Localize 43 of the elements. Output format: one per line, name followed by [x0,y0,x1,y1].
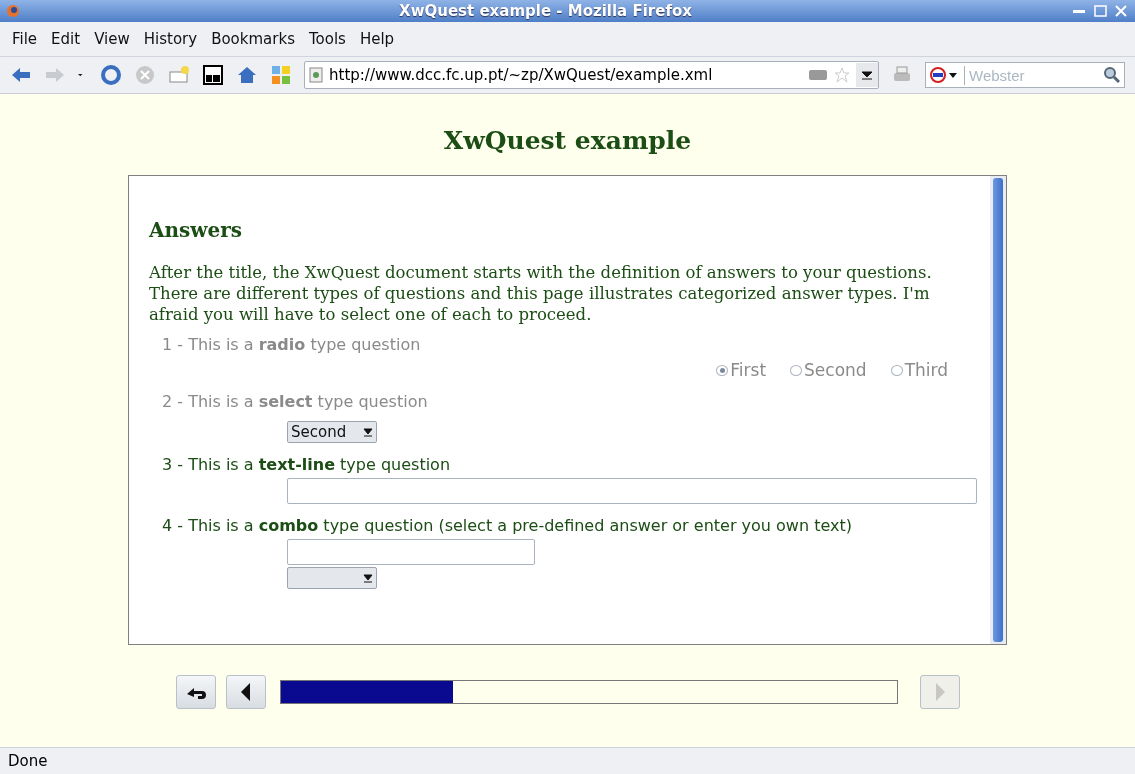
search-engine-icon[interactable] [930,67,960,83]
restart-button[interactable] [175,675,216,709]
combo-input[interactable] [287,539,535,565]
home-icon[interactable] [236,64,258,86]
window-controls-icon[interactable] [1071,4,1129,18]
question-label: 1 - This is a radio type question [162,335,422,354]
page-icon [309,67,323,83]
intro-paragraph: After the title, the XwQuest document starts with the definition of answers to your questions. There are different types of questions and this page illustrates categorized answer types. I'm afraid you will have to select one of each to proceed. [149,262,933,325]
menu-item[interactable]: Edit [51,30,81,48]
right-triangle-icon [933,682,946,702]
url-text: http://www.dcc.fc.up.pt/~zp/XwQuest/example.xml [329,66,714,84]
apps-grid-icon[interactable] [270,64,292,86]
combo-dropdown[interactable] [287,567,377,589]
window-title: XwQuest example - Mozilla Firefox [398,2,693,20]
search-icon[interactable] [1104,67,1120,83]
browser-logo-icon [6,4,20,18]
scrollbar[interactable] [990,176,1006,644]
grid-window-icon[interactable] [202,64,224,86]
menu-item[interactable]: File [12,30,38,48]
address-bar[interactable]: http://www.dcc.fc.up.pt/~zp/XwQuest/example.xml [304,61,879,89]
radio-label: Second [804,360,867,380]
menu-item[interactable]: View [94,30,130,48]
dropdown-caret-icon [363,573,373,583]
question-label: 4 - This is a combo type question (select a pre-defined answer or enter you own text) [162,516,853,535]
text-input[interactable] [287,478,977,504]
radio-label: First [730,360,767,380]
dropdown-caret-icon[interactable] [856,63,878,87]
search-field[interactable]: Webster [925,62,1125,88]
question-label: 3 - This is a text-line type question [162,455,452,474]
previous-button[interactable] [225,675,266,709]
status-text: Done [0,747,1135,774]
star-icon[interactable] [834,67,850,83]
left-triangle-icon [239,682,252,702]
radio-label: Third [904,360,948,380]
menu-item[interactable]: Help [359,30,395,48]
menu-item[interactable]: Bookmarks [211,30,295,48]
dropdown-caret-icon [363,427,373,437]
bookmark-page-icon[interactable] [168,64,190,86]
page-title: XwQuest example [443,126,692,155]
menu-item[interactable]: History [143,30,198,48]
question-label: 2 - This is a select type question [162,392,429,411]
section-heading: Answers [149,218,244,242]
menu-item[interactable]: Tools [308,30,346,48]
